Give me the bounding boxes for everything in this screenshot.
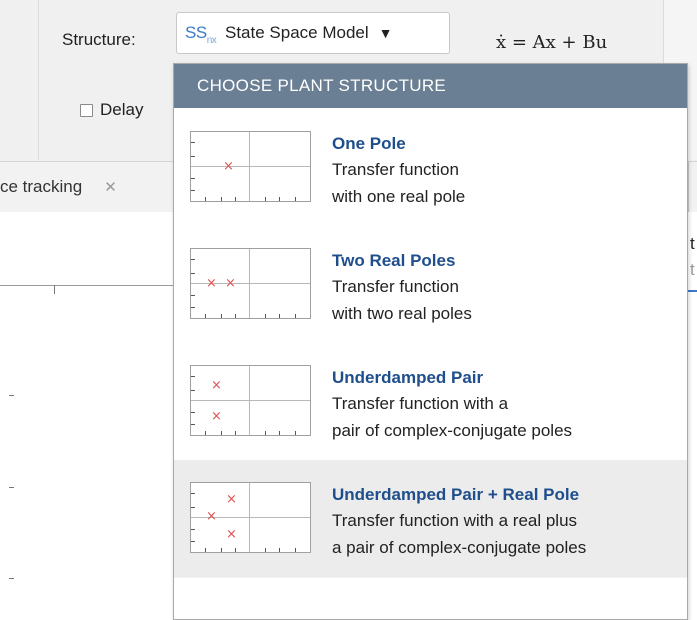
state-equation: ẋ = Ax + Bu: [496, 32, 608, 53]
tab-next[interactable]: [688, 162, 697, 212]
pole-x-icon: ×: [223, 159, 234, 174]
toolstrip-separator: [38, 0, 39, 160]
close-icon[interactable]: ✕: [104, 178, 117, 196]
menu-item-desc: with two real poles: [332, 304, 472, 323]
tab-reference-tracking[interactable]: ce tracking ✕: [0, 162, 178, 212]
delay-checkbox-control[interactable]: Delay: [80, 100, 143, 120]
plot-title-fragment: t: [690, 234, 695, 253]
plot-tick: [54, 285, 55, 294]
structure-selected-value: State Space Model: [225, 23, 369, 42]
menu-item-next[interactable]: [174, 577, 687, 619]
pole-x-icon: ×: [225, 276, 236, 291]
tab-label: ce tracking: [0, 177, 83, 196]
plot-y-tick: [9, 578, 14, 579]
menu-item-underdamped-pair-real-pole[interactable]: × × × Underdamped Pair + Real Pole Trans…: [174, 460, 687, 577]
pole-zero-thumbnail: × ×: [190, 248, 311, 319]
menu-item-desc: Transfer function with a: [332, 394, 509, 413]
pole-zero-thumbnail: × ×: [190, 365, 311, 436]
pole-x-icon: ×: [206, 276, 217, 291]
plot-y-tick: [9, 487, 14, 488]
menu-item-title: Underdamped Pair: [332, 368, 484, 387]
pole-zero-thumbnail: × × ×: [190, 482, 311, 553]
caret-down-icon: ▼: [378, 25, 393, 41]
pole-x-icon: ×: [211, 409, 222, 424]
menu-item-two-real-poles[interactable]: × × Two Real Poles Transfer function wit…: [174, 226, 687, 343]
menu-item-desc: Transfer function: [332, 160, 459, 179]
menu-header: CHOOSE PLANT STRUCTURE: [174, 64, 687, 108]
plot-line-fragment: [688, 290, 697, 292]
pole-zero-thumbnail: ×: [190, 131, 311, 202]
menu-item-desc: Transfer function with a real plus: [332, 511, 578, 530]
structure-label: Structure:: [62, 30, 136, 49]
menu-item-desc: a pair of complex-conjugate poles: [332, 538, 587, 557]
pole-x-icon: ×: [206, 509, 217, 524]
menu-item-desc: Transfer function: [332, 277, 459, 296]
menu-item-title: One Pole: [332, 134, 406, 153]
delay-label: Delay: [100, 100, 144, 119]
plot-y-tick: [9, 395, 14, 396]
plot-subtitle-fragment: t: [690, 260, 695, 279]
menu-item-title: Two Real Poles: [332, 251, 456, 270]
delay-checkbox[interactable]: [80, 103, 93, 117]
state-space-icon: SSnx: [185, 23, 217, 46]
menu-item-desc: with one real pole: [332, 187, 466, 206]
plant-structure-menu: CHOOSE PLANT STRUCTURE × One Pole Transf…: [173, 63, 688, 620]
pole-x-icon: ×: [211, 378, 222, 393]
plot-axis-line: [0, 285, 178, 286]
structure-dropdown[interactable]: SSnx State Space Model ▼: [176, 12, 450, 54]
menu-item-underdamped-pair[interactable]: × × Underdamped Pair Transfer function w…: [174, 343, 687, 460]
menu-item-desc: pair of complex-conjugate poles: [332, 421, 573, 440]
pole-x-icon: ×: [226, 492, 237, 507]
menu-item-title: Underdamped Pair + Real Pole: [332, 485, 580, 504]
pole-x-icon: ×: [226, 527, 237, 542]
menu-item-one-pole[interactable]: × One Pole Transfer function with one re…: [174, 109, 687, 226]
